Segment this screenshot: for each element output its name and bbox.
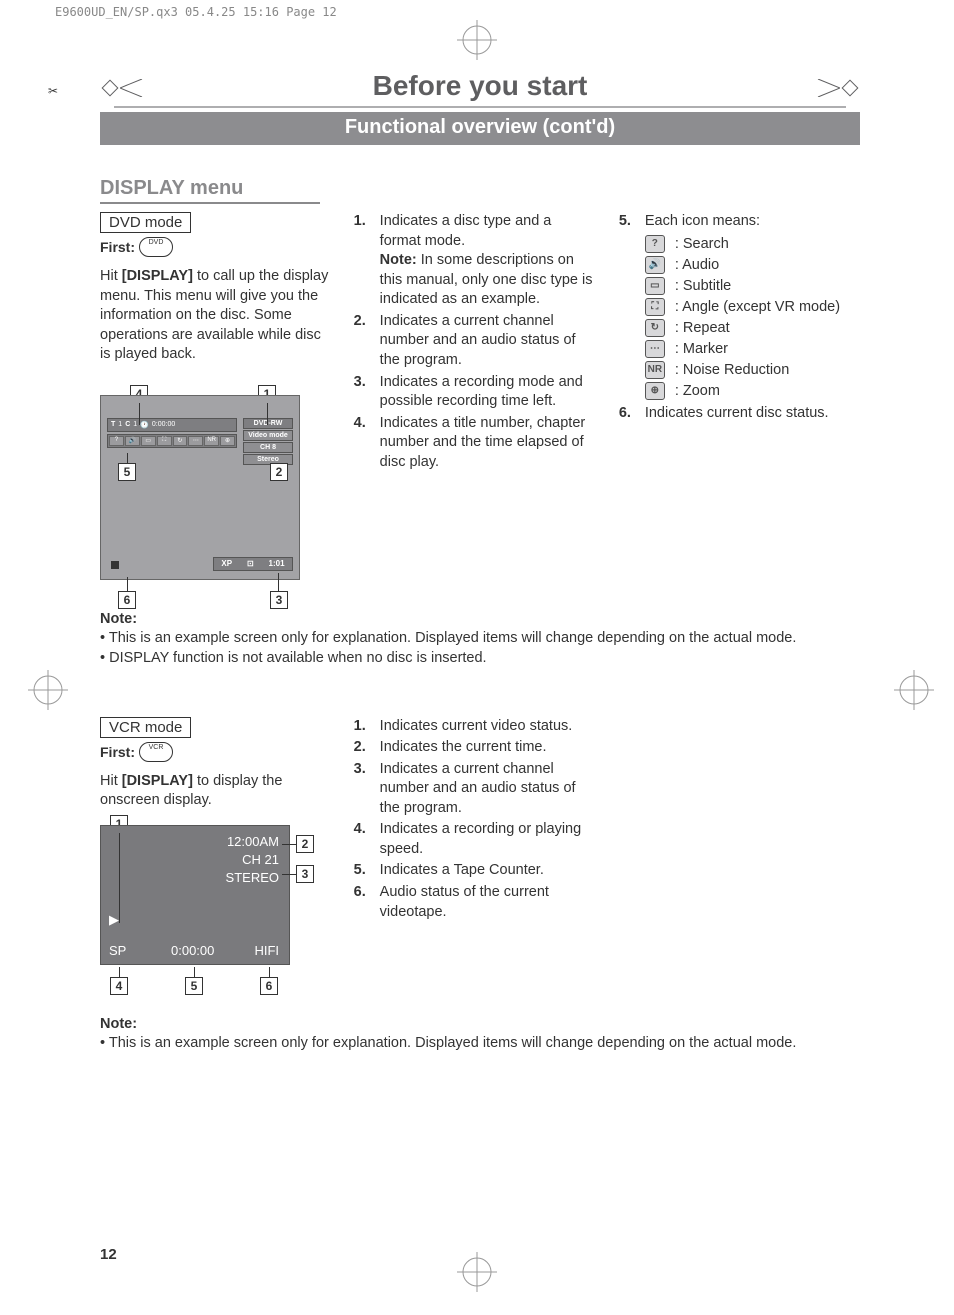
dvd-first-line: First: DVD — [100, 237, 330, 257]
vcr-callout-5: 5 — [185, 977, 203, 995]
vcr-disc-icon: VCR — [139, 742, 173, 762]
vcr-callout-6: 6 — [260, 977, 278, 995]
reg-mark-right — [894, 670, 934, 715]
note-vcr: Note: • This is an example screen only f… — [100, 1015, 860, 1054]
zoom-icon: ⊕ — [645, 382, 665, 400]
subtitle-bar: Functional overview (cont'd) — [100, 112, 860, 145]
note-dvd: Note: • This is an example screen only f… — [100, 610, 860, 669]
nr-icon: NR — [645, 361, 665, 379]
vcr-callout-2: 2 — [296, 835, 314, 853]
marker-icon: ⋯ — [645, 340, 665, 358]
dvd-list-middle: 1. Indicates a disc type and a format mo… — [354, 212, 595, 472]
callout-6: 6 — [118, 591, 136, 609]
section-heading: DISPLAY menu — [100, 177, 320, 204]
callout-5: 5 — [118, 463, 136, 481]
chapter-banner: Before you start — [100, 70, 860, 106]
dvd-intro: Hit [DISPLAY] to call up the display men… — [100, 267, 330, 365]
vcr-callout-4: 4 — [110, 977, 128, 995]
dvd-list-right: 5.Each icon means: — [619, 212, 860, 232]
reg-mark-top — [457, 20, 497, 60]
page-number: 12 — [100, 1246, 117, 1263]
repeat-icon: ↻ — [645, 319, 665, 337]
audio-icon: 🔊 — [645, 256, 665, 274]
file-meta: E9600UD_EN/SP.qx3 05.4.25 15:16 Page 12 — [55, 5, 337, 19]
dvd-disc-icon: DVD — [139, 237, 173, 257]
subtitle-icon: ▭ — [645, 277, 665, 295]
callout-2: 2 — [270, 463, 288, 481]
chapter-title: Before you start — [373, 70, 588, 106]
callout-3: 3 — [270, 591, 288, 609]
angle-icon: ⛶ — [645, 298, 665, 316]
vcr-first-line: First: VCR — [100, 742, 330, 762]
dvd-osd-figure: 4 1 T1 C1 🕐0:00:00 ?🔊▭ ⛶↻⋯ NR⊕ DVD-RW — [100, 395, 310, 580]
dvd-mode-box: DVD mode — [100, 212, 191, 233]
reg-mark-bottom — [457, 1252, 497, 1297]
reg-mark-left — [28, 670, 68, 715]
vcr-osd-figure: 1 12:00AM CH 21 STEREO ▶ SP 0:00:00 HIFI… — [100, 825, 310, 965]
vcr-list: 1.Indicates current video status. 2.Indi… — [354, 717, 595, 923]
scissor-icon: ✂ — [48, 84, 58, 98]
vcr-mode-box: VCR mode — [100, 717, 191, 738]
vcr-intro: Hit [DISPLAY] to display the onscreen di… — [100, 772, 330, 811]
search-icon: ? — [645, 235, 665, 253]
vcr-callout-3: 3 — [296, 865, 314, 883]
